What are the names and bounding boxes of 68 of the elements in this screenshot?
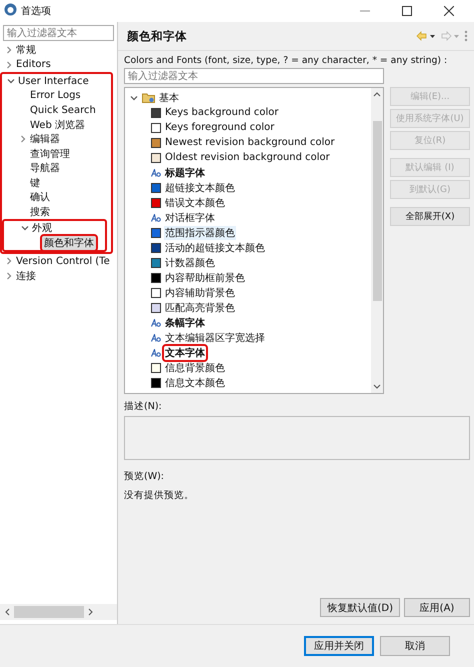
filter-field[interactable]: 输入过滤器文本 xyxy=(124,68,384,84)
preference-item[interactable]: 超链接文本颜色 xyxy=(164,180,236,194)
font-icon xyxy=(151,318,161,326)
tree-item[interactable]: 确认 xyxy=(28,190,52,204)
tree-item[interactable]: 搜索 xyxy=(28,204,52,219)
tree-item[interactable]: Editors xyxy=(14,59,53,70)
preference-item[interactable]: 活动的超链接文本颜色 xyxy=(164,240,266,254)
tree-item[interactable]: 导航器 xyxy=(28,161,62,176)
preference-item[interactable]: 内容帮助框前景色 xyxy=(164,270,246,284)
tree-item[interactable]: 常规 xyxy=(14,43,38,58)
tree-item[interactable]: Error Logs xyxy=(28,90,83,102)
filter-field[interactable]: 输入过滤器文本 xyxy=(3,25,114,41)
collapsed-chevron-icon[interactable] xyxy=(18,135,28,144)
scroll-down-icon[interactable] xyxy=(373,384,381,390)
expanded-chevron-icon[interactable] xyxy=(6,77,16,86)
preference-item[interactable]: Oldest revision background color xyxy=(164,152,331,163)
window-title: 首选项 xyxy=(21,4,51,18)
preference-item[interactable]: 内容辅助背景色 xyxy=(164,286,236,300)
collapsed-chevron-icon[interactable] xyxy=(4,46,14,54)
tree-item[interactable]: 外观 xyxy=(30,221,54,236)
expanded-chevron-icon[interactable] xyxy=(129,94,139,102)
font-icon xyxy=(151,168,161,176)
vertical-scrollbar[interactable] xyxy=(371,88,383,393)
preference-item[interactable]: 范围指示器颜色 xyxy=(164,226,236,240)
font-icon xyxy=(151,348,161,356)
preference-item[interactable]: 文本字体 xyxy=(164,346,206,360)
preference-item[interactable]: 匹配高亮背景色 xyxy=(164,300,236,314)
preference-item[interactable]: 信息背景颜色 xyxy=(164,360,226,374)
tree-item[interactable]: 查询管理 xyxy=(28,146,72,161)
tree-item[interactable]: 键 xyxy=(28,176,42,190)
preview-label: 预览(W): xyxy=(124,470,166,483)
filter-label: Colors and Fonts (font, size, type, ? = any character, * = any string) : xyxy=(124,55,448,66)
dialog-button[interactable]: 取消 xyxy=(380,636,450,656)
horizontal-scrollbar[interactable] xyxy=(0,604,117,620)
preference-item[interactable]: 条幅字体 xyxy=(164,316,206,330)
preference-item[interactable]: 标题字体 xyxy=(164,166,206,180)
page-button[interactable]: 恢复默认值(D) xyxy=(320,598,400,617)
side-button[interactable]: 全部展开(X) xyxy=(390,207,470,226)
preference-item[interactable]: Keys foreground color xyxy=(164,122,276,133)
tree-item[interactable]: Web 浏览器 xyxy=(28,118,87,132)
dialog-button[interactable]: 应用并关闭 xyxy=(304,636,374,656)
scroll-up-icon[interactable] xyxy=(373,91,381,97)
font-icon xyxy=(151,334,161,342)
preference-item[interactable]: 错误文本颜色 xyxy=(164,196,226,210)
description-label: 描述(N): xyxy=(124,400,163,413)
preference-item[interactable]: Keys background color xyxy=(164,107,280,118)
collapsed-chevron-icon[interactable] xyxy=(4,272,14,280)
tree-item[interactable]: 编辑器 xyxy=(28,132,62,146)
preference-item[interactable]: Newest revision background color xyxy=(164,137,336,148)
collapsed-chevron-icon[interactable] xyxy=(4,60,14,69)
folder-icon xyxy=(142,92,155,103)
collapsed-chevron-icon[interactable] xyxy=(4,257,14,266)
category-label[interactable]: 基本 xyxy=(158,90,180,104)
preference-item[interactable]: 计数器颜色 xyxy=(164,256,216,270)
tree-item[interactable]: User Interface xyxy=(16,76,91,87)
preview-text: 没有提供预览。 xyxy=(124,489,195,502)
preference-item[interactable]: 信息文本颜色 xyxy=(164,376,226,390)
page-button[interactable]: 应用(A) xyxy=(404,598,470,617)
tree-item[interactable]: Version Control (Te xyxy=(14,256,112,267)
preference-item[interactable]: 文本编辑器区字宽选择 xyxy=(164,330,266,344)
tree-item[interactable]: 连接 xyxy=(14,268,38,283)
back-arrow-icon[interactable] xyxy=(416,31,436,41)
preference-item[interactable]: 对话框字体 xyxy=(164,210,216,224)
page-title: 颜色和字体 xyxy=(127,28,187,44)
tree-item[interactable]: Quick Search xyxy=(28,104,98,116)
font-icon xyxy=(151,214,161,222)
tree-item[interactable]: 颜色和字体 xyxy=(42,236,96,250)
expanded-chevron-icon[interactable] xyxy=(20,224,30,232)
